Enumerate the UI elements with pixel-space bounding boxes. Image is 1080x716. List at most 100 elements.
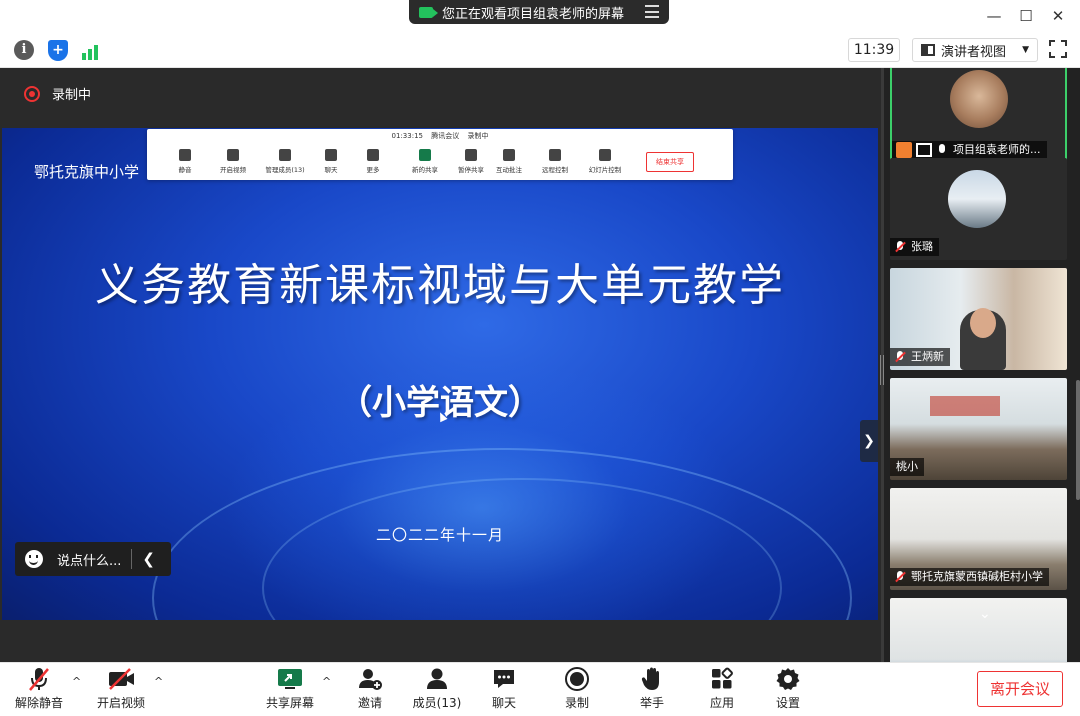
settings-label: 设置: [775, 696, 800, 710]
chevron-up-icon[interactable]: ^: [322, 675, 331, 688]
viewing-banner-text: 您正在观看项目组袁老师的屏幕: [442, 6, 625, 22]
video-tile-label: 张璐: [890, 238, 939, 256]
meeting-window: 您正在观看项目组袁老师的屏幕 — ☐ ✕ i + 11:39 演讲者视图 ▼ 录…: [0, 0, 1080, 716]
members-button[interactable]: 成员(13): [410, 666, 464, 711]
video-tile[interactable]: 桃小: [890, 378, 1067, 480]
share-screen-button[interactable]: 共享屏幕: [264, 666, 316, 711]
minimize-button[interactable]: —: [982, 4, 1006, 28]
mic-muted-icon: [894, 351, 906, 363]
sb-label: 新的共享: [412, 166, 438, 174]
view-mode-select[interactable]: 演讲者视图 ▼: [912, 38, 1038, 62]
video-tile[interactable]: 鄂托克旗蒙西镇碱柜村小学: [890, 488, 1067, 590]
members-icon: [410, 666, 464, 692]
participant-name: 桃小: [896, 460, 918, 473]
speaker-view-icon: [921, 44, 935, 56]
share-toolbar-status: 01:33:15 腾讯会议 录制中: [147, 131, 733, 143]
divider: [131, 549, 133, 569]
info-icon[interactable]: i: [14, 40, 34, 60]
microphone-icon: [936, 144, 948, 156]
sb-label: 管理成员(13): [265, 166, 305, 174]
share-screen-icon: [419, 149, 431, 161]
chevron-up-icon[interactable]: ^: [154, 675, 163, 688]
video-tile[interactable]: ⌄: [890, 598, 1067, 662]
video-tile[interactable]: 王炳新: [890, 268, 1067, 370]
chevron-down-icon[interactable]: ⌄: [979, 606, 991, 622]
invite-button[interactable]: 邀请: [350, 666, 390, 711]
raise-hand-button[interactable]: 举手: [632, 666, 672, 711]
invite-label: 邀请: [357, 696, 382, 710]
signal-strength-icon[interactable]: [82, 42, 102, 60]
share-screen-label: 共享屏幕: [265, 696, 314, 710]
settings-button[interactable]: 设置: [768, 666, 808, 711]
slide-school-name: 鄂托克旗中小学: [34, 163, 140, 181]
pause-icon: [465, 149, 477, 161]
share-app-name: 腾讯会议: [431, 132, 460, 140]
screen-share-icon: [916, 143, 932, 157]
participant-name: 王炳新: [911, 350, 944, 363]
host-icon: [896, 142, 912, 158]
leave-meeting-button[interactable]: 离开会议: [977, 671, 1063, 707]
recording-indicator: 录制中: [24, 84, 91, 103]
presenter-share-toolbar: 01:33:15 腾讯会议 录制中 静音 开启视频 管理成员(13) 聊天 更多…: [147, 129, 733, 180]
camera-off-icon: [227, 149, 239, 161]
video-panel: 项目组袁老师的... 张璐 王炳新 桃小 鄂托克旗蒙西镇碱柜村小学 ⌄: [884, 68, 1080, 662]
recording-label: 录制中: [52, 88, 92, 103]
video-tile[interactable]: 项目组袁老师的...: [890, 68, 1067, 166]
record-button[interactable]: 录制: [557, 666, 597, 711]
annotate-icon: [503, 149, 515, 161]
video-tile-label: 王炳新: [890, 348, 950, 366]
title-bar: 您正在观看项目组袁老师的屏幕 — ☐ ✕: [0, 0, 1080, 32]
apps-button[interactable]: 应用: [702, 666, 742, 711]
chat-label: 聊天: [491, 696, 516, 710]
sb-label: 互动批注: [496, 166, 522, 174]
collapse-panel-button[interactable]: ❯: [860, 420, 878, 462]
members-label: 成员(13): [412, 696, 462, 710]
share-screen-icon: [264, 666, 316, 692]
chat-placeholder: 说点什么...: [57, 553, 122, 569]
unmute-button[interactable]: 解除静音: [14, 666, 64, 711]
security-shield-icon[interactable]: +: [48, 40, 68, 61]
sb-label: 聊天: [324, 166, 338, 174]
chat-button[interactable]: 聊天: [484, 666, 524, 711]
participant-name: 张璐: [911, 240, 933, 253]
view-mode-label: 演讲者视图: [941, 44, 1007, 60]
share-rec-label: 录制中: [467, 132, 489, 140]
sb-label: 静音: [178, 166, 192, 174]
video-tile[interactable]: 张璐: [890, 158, 1067, 260]
sb-label: 更多: [366, 166, 380, 174]
video-tile-label: 鄂托克旗蒙西镇碱柜村小学: [890, 568, 1049, 586]
person-icon: [279, 149, 291, 161]
participant-name: 鄂托克旗蒙西镇碱柜村小学: [911, 570, 1043, 583]
mic-muted-icon: [894, 571, 906, 583]
sb-label: 远程控制: [542, 166, 568, 174]
emoji-icon[interactable]: [25, 550, 43, 568]
add-user-icon: [350, 666, 390, 692]
start-video-button[interactable]: 开启视频: [96, 666, 146, 711]
bottom-toolbar: 解除静音 ^ 开启视频 ^ 共享屏幕 ^ 邀请 成员(13) 聊天 录制 举手 …: [0, 662, 1080, 716]
chevron-down-icon: ▼: [1022, 45, 1029, 55]
chevron-up-icon[interactable]: ^: [72, 675, 81, 688]
video-feed: [970, 308, 996, 338]
record-dot-icon: [24, 85, 40, 102]
video-tile-label: 项目组袁老师的...: [892, 141, 1047, 159]
chat-input[interactable]: 说点什么... ❮: [15, 542, 171, 576]
maximize-button[interactable]: ☐: [1014, 4, 1038, 28]
microphone-icon: [179, 149, 191, 161]
camera-off-icon: [96, 666, 146, 692]
mic-muted-icon: [894, 241, 906, 253]
sb-label: 幻灯片控制: [588, 166, 622, 174]
remote-control-icon: [549, 149, 561, 161]
viewing-banner[interactable]: 您正在观看项目组袁老师的屏幕: [409, 0, 669, 24]
apps-grid-icon: [702, 666, 742, 692]
menu-icon[interactable]: [645, 5, 659, 18]
chat-icon: [325, 149, 337, 161]
fullscreen-icon[interactable]: [1049, 40, 1067, 58]
chevron-left-icon[interactable]: ❮: [142, 550, 155, 568]
scrollbar[interactable]: [1076, 380, 1080, 500]
participant-name: 项目组袁老师的...: [953, 143, 1041, 156]
video-feed: [930, 396, 1000, 416]
record-icon: [557, 666, 597, 692]
close-button[interactable]: ✕: [1046, 4, 1070, 28]
avatar: [950, 70, 1008, 128]
sb-remote-control-button: 远程控制: [527, 149, 583, 174]
